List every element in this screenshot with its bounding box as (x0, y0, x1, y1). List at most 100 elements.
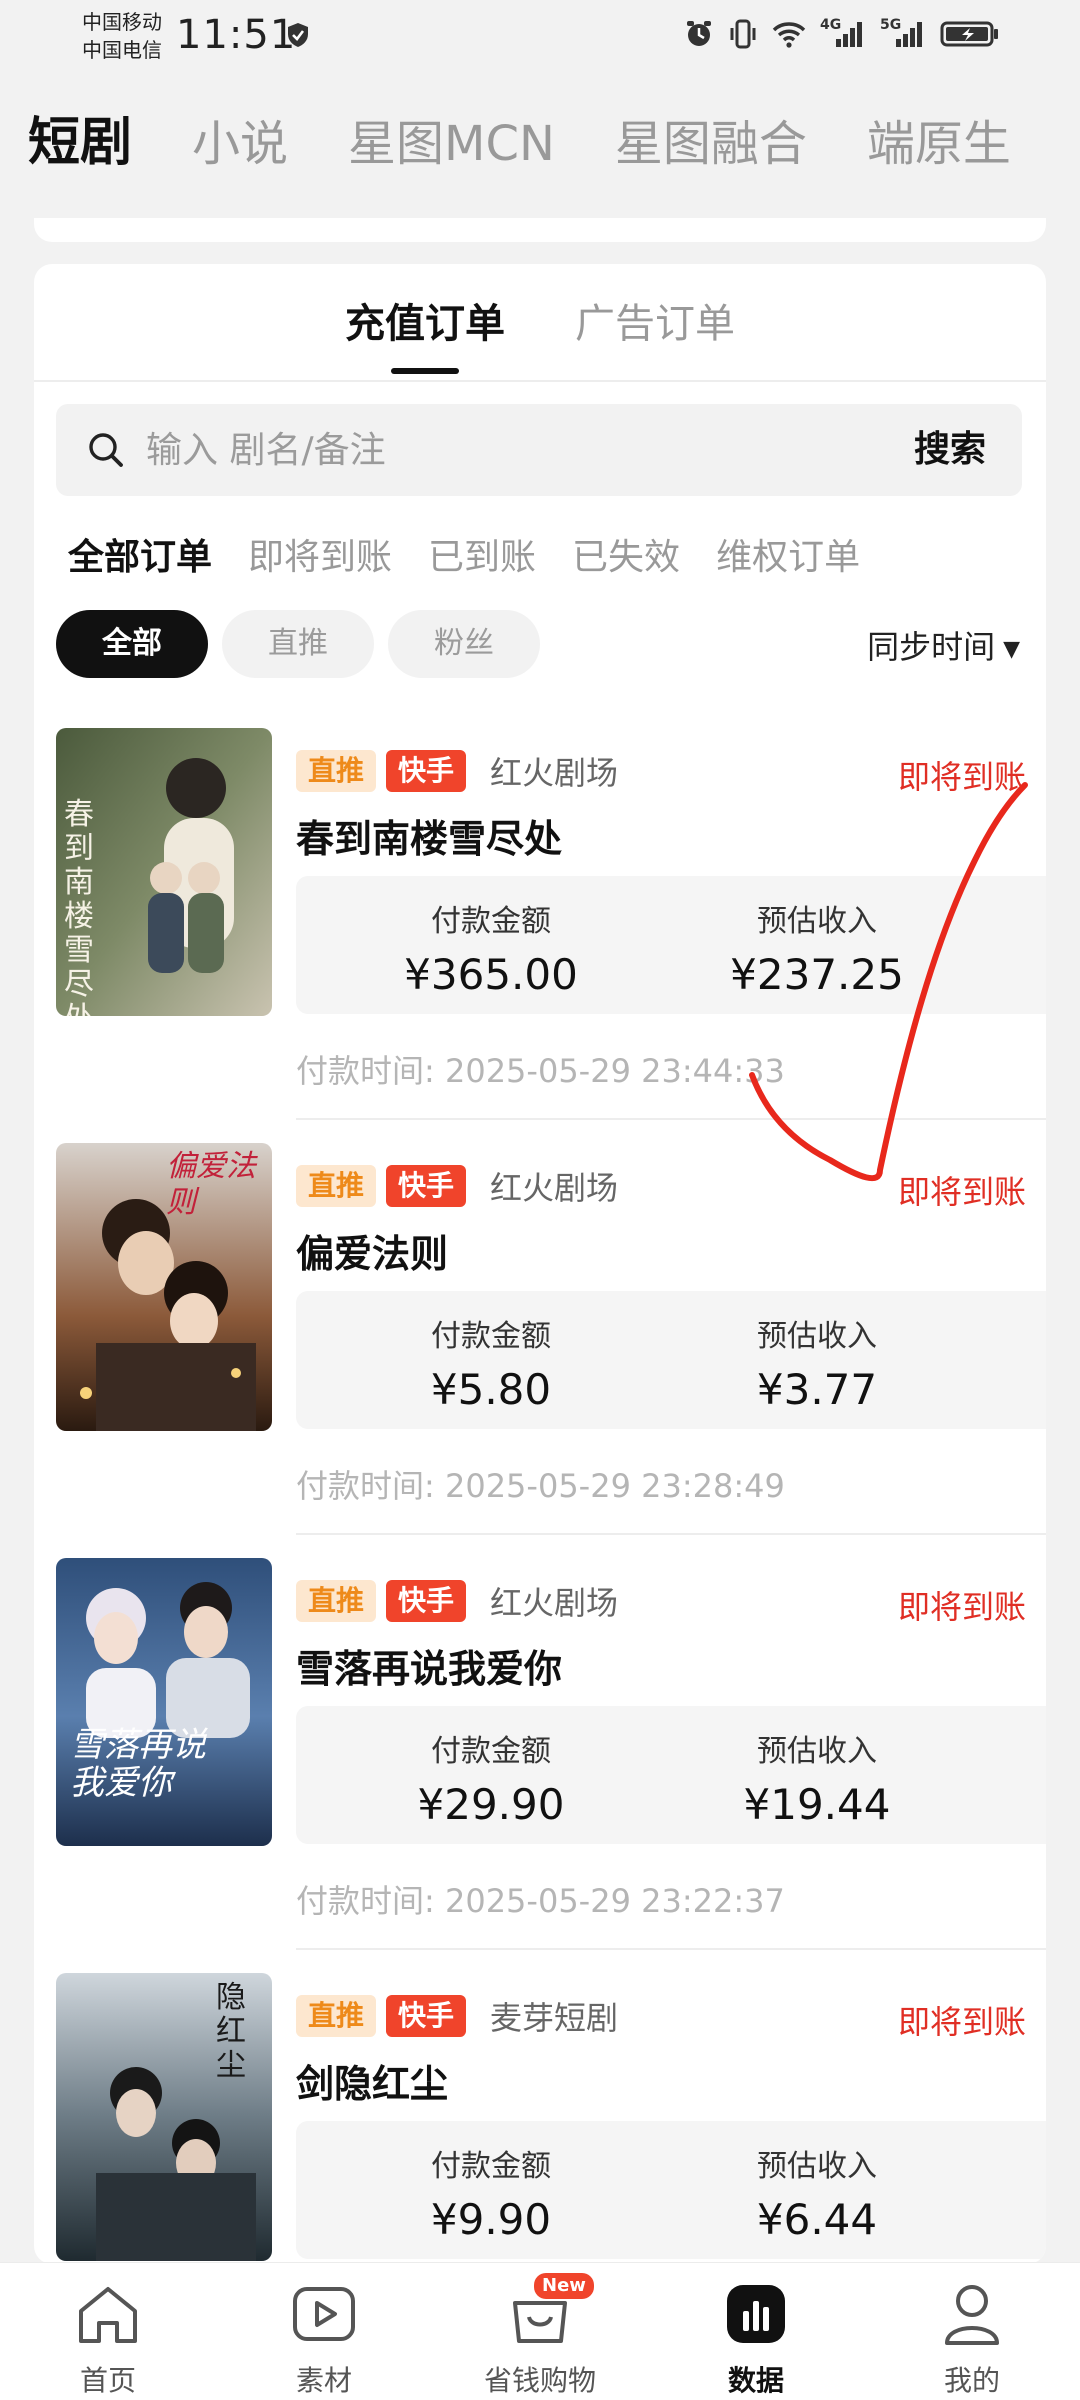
order-status-filters: 全部订单 即将到账 已到账 已失效 维权订单 (68, 528, 860, 580)
pay-time-value: 2025-05-29 23:28:49 (444, 1467, 785, 1505)
filter-rights-protection[interactable]: 维权订单 (716, 528, 860, 580)
tab-novel[interactable]: 小说 (192, 104, 288, 174)
tag-direct-push: 直推 (296, 1580, 377, 1622)
order-item[interactable]: 偏爱法则 直推 快手 红火剧场 即将到账 偏爱法则 付款金额 ¥5.80 预估收… (56, 1143, 1046, 1558)
play-icon (293, 2287, 355, 2341)
order-status: 即将到账 (897, 758, 1026, 796)
est-income-value: ¥237.25 (730, 950, 904, 999)
order-item[interactable]: 春到南楼雪尽处 直推 快手 红火剧场 即将到账 春到南楼雪尽处 付款金额 ¥36… (56, 728, 1046, 1143)
home-icon (79, 2287, 137, 2343)
pay-amount-label: 付款金额 (431, 1734, 551, 1769)
tag-direct-push: 直推 (296, 750, 377, 792)
search-input[interactable] (146, 404, 866, 496)
tab-native[interactable]: 端原生 (867, 104, 1011, 174)
search-bar: 搜索 (56, 404, 1022, 496)
amount-box: 付款金额 ¥9.90 预估收入 ¥6.44 (296, 2121, 1046, 2259)
order-item[interactable]: 隐红尘 直推 快手 麦芽短剧 即将到账 剑隐红尘 付款金额 ¥9.90 预估收入… (56, 1973, 1046, 2264)
tab-recharge-orders[interactable]: 充值订单 (345, 294, 505, 374)
tab-short-drama[interactable]: 短剧 (28, 100, 132, 175)
pay-amount-column: 付款金额 ¥5.80 (326, 1291, 656, 1414)
poster-title: 春到南楼雪尽处 (64, 797, 94, 1017)
nav-label: 我的 (943, 2364, 1000, 2397)
est-income-column: 预估收入 ¥3.77 (652, 1291, 982, 1414)
pay-amount-column: 付款金额 ¥9.90 (326, 2121, 656, 2244)
tab-ad-orders[interactable]: 广告订单 (575, 294, 735, 374)
sync-time-dropdown[interactable]: 同步时间 ▼ (867, 622, 1020, 668)
nav-label: 省钱购物 (483, 2364, 596, 2397)
order-tags: 直推 快手 红火剧场 (296, 748, 618, 794)
nav-material[interactable]: 素材 (216, 2263, 432, 2400)
est-income-column: 预估收入 ¥6.44 (652, 2121, 982, 2244)
carrier-1: 中国移动 (82, 10, 162, 34)
bottom-nav: 首页 素材 New 省钱购物 数据 我的 (0, 2262, 1080, 2400)
amount-box: 付款金额 ¥5.80 预估收入 ¥3.77 (296, 1291, 1046, 1429)
pay-amount-label: 付款金额 (431, 2149, 551, 2184)
filter-pending-arrival[interactable]: 即将到账 (248, 528, 392, 580)
divider (296, 1533, 1046, 1535)
nav-profile[interactable]: 我的 (864, 2263, 1080, 2400)
tag-direct-push: 直推 (296, 1995, 377, 2037)
drama-poster: 隐红尘 (56, 1973, 272, 2261)
tag-kuaishou: 快手 (386, 1580, 467, 1622)
order-tags: 直推 快手 麦芽短剧 (296, 1993, 618, 2039)
pay-amount-label: 付款金额 (431, 1319, 551, 1354)
pay-time-value: 2025-05-29 23:22:37 (444, 1882, 785, 1920)
divider (296, 1948, 1046, 1950)
filter-arrived[interactable]: 已到账 (428, 528, 536, 580)
nav-label: 首页 (79, 2364, 136, 2397)
tag-kuaishou: 快手 (386, 1995, 467, 2037)
battery-icon (940, 21, 998, 47)
order-type-tabs: 充值订单 广告订单 (34, 294, 1046, 374)
filter-expired[interactable]: 已失效 (572, 528, 680, 580)
carrier-2: 中国电信 (82, 38, 162, 62)
order-status: 即将到账 (897, 1173, 1026, 1211)
est-income-column: 预估收入 ¥237.25 (652, 876, 982, 999)
clock: 11:51 (176, 12, 297, 58)
tag-direct-push: 直推 (296, 1165, 377, 1207)
tab-xingtu-mcn[interactable]: 星图MCN (348, 104, 555, 174)
nav-shopping[interactable]: New 省钱购物 (432, 2263, 648, 2400)
est-income-value: ¥19.44 (743, 1780, 891, 1829)
est-income-value: ¥6.44 (756, 2195, 878, 2244)
wifi-icon (772, 22, 806, 48)
drama-title: 雪落再说我爱你 (296, 1647, 563, 1691)
status-bar: 中国移动 中国电信 11:51 4G 5G (0, 0, 1080, 80)
order-tags: 直推 快手 红火剧场 (296, 1578, 618, 1624)
drama-title: 春到南楼雪尽处 (296, 817, 563, 861)
new-badge: New (534, 2273, 594, 2299)
order-item[interactable]: 雪落再说我爱你 直推 快手 红火剧场 即将到账 雪落再说我爱你 付款金额 ¥29… (56, 1558, 1046, 1973)
chip-all[interactable]: 全部 (56, 610, 208, 678)
filter-all-orders[interactable]: 全部订单 (68, 528, 212, 580)
shield-check-icon (288, 23, 308, 47)
order-status: 即将到账 (897, 1588, 1026, 1626)
est-income-label: 预估收入 (757, 2149, 877, 2184)
tab-xingtu-fusion[interactable]: 星图融合 (615, 104, 807, 174)
chip-fans[interactable]: 粉丝 (388, 610, 540, 678)
divider (34, 380, 1046, 382)
previous-card-edge (34, 218, 1046, 242)
nav-data[interactable]: 数据 (648, 2263, 864, 2400)
signal-4g: 4G (820, 17, 866, 49)
est-income-label: 预估收入 (757, 1734, 877, 1769)
pay-amount-column: 付款金额 ¥365.00 (326, 876, 656, 999)
pay-time-value: 2025-05-29 23:44:33 (444, 1052, 785, 1090)
drama-title: 剑隐红尘 (296, 2062, 449, 2106)
poster-title: 雪落再说我爱你 (70, 1725, 206, 1803)
signal-bars-icon (896, 22, 922, 47)
drama-poster: 春到南楼雪尽处 (56, 728, 272, 1016)
pay-time-label: 付款时间: (296, 1882, 435, 1920)
divider (296, 1118, 1046, 1120)
pay-time-label: 付款时间: (296, 1467, 435, 1505)
chip-direct-push[interactable]: 直推 (222, 610, 374, 678)
nav-label: 素材 (295, 2364, 352, 2397)
amount-box: 付款金额 ¥365.00 预估收入 ¥237.25 (296, 876, 1046, 1014)
nav-home[interactable]: 首页 (0, 2263, 216, 2400)
search-button[interactable]: 搜索 (914, 404, 986, 496)
est-income-label: 预估收入 (757, 1319, 877, 1354)
studio-name: 红火剧场 (490, 754, 619, 792)
pay-amount-label: 付款金额 (431, 904, 551, 939)
caret-down-icon: ▼ (1003, 636, 1020, 662)
order-tags: 直推 快手 红火剧场 (296, 1163, 618, 1209)
user-icon (945, 2285, 999, 2345)
drama-title: 偏爱法则 (296, 1232, 449, 1276)
